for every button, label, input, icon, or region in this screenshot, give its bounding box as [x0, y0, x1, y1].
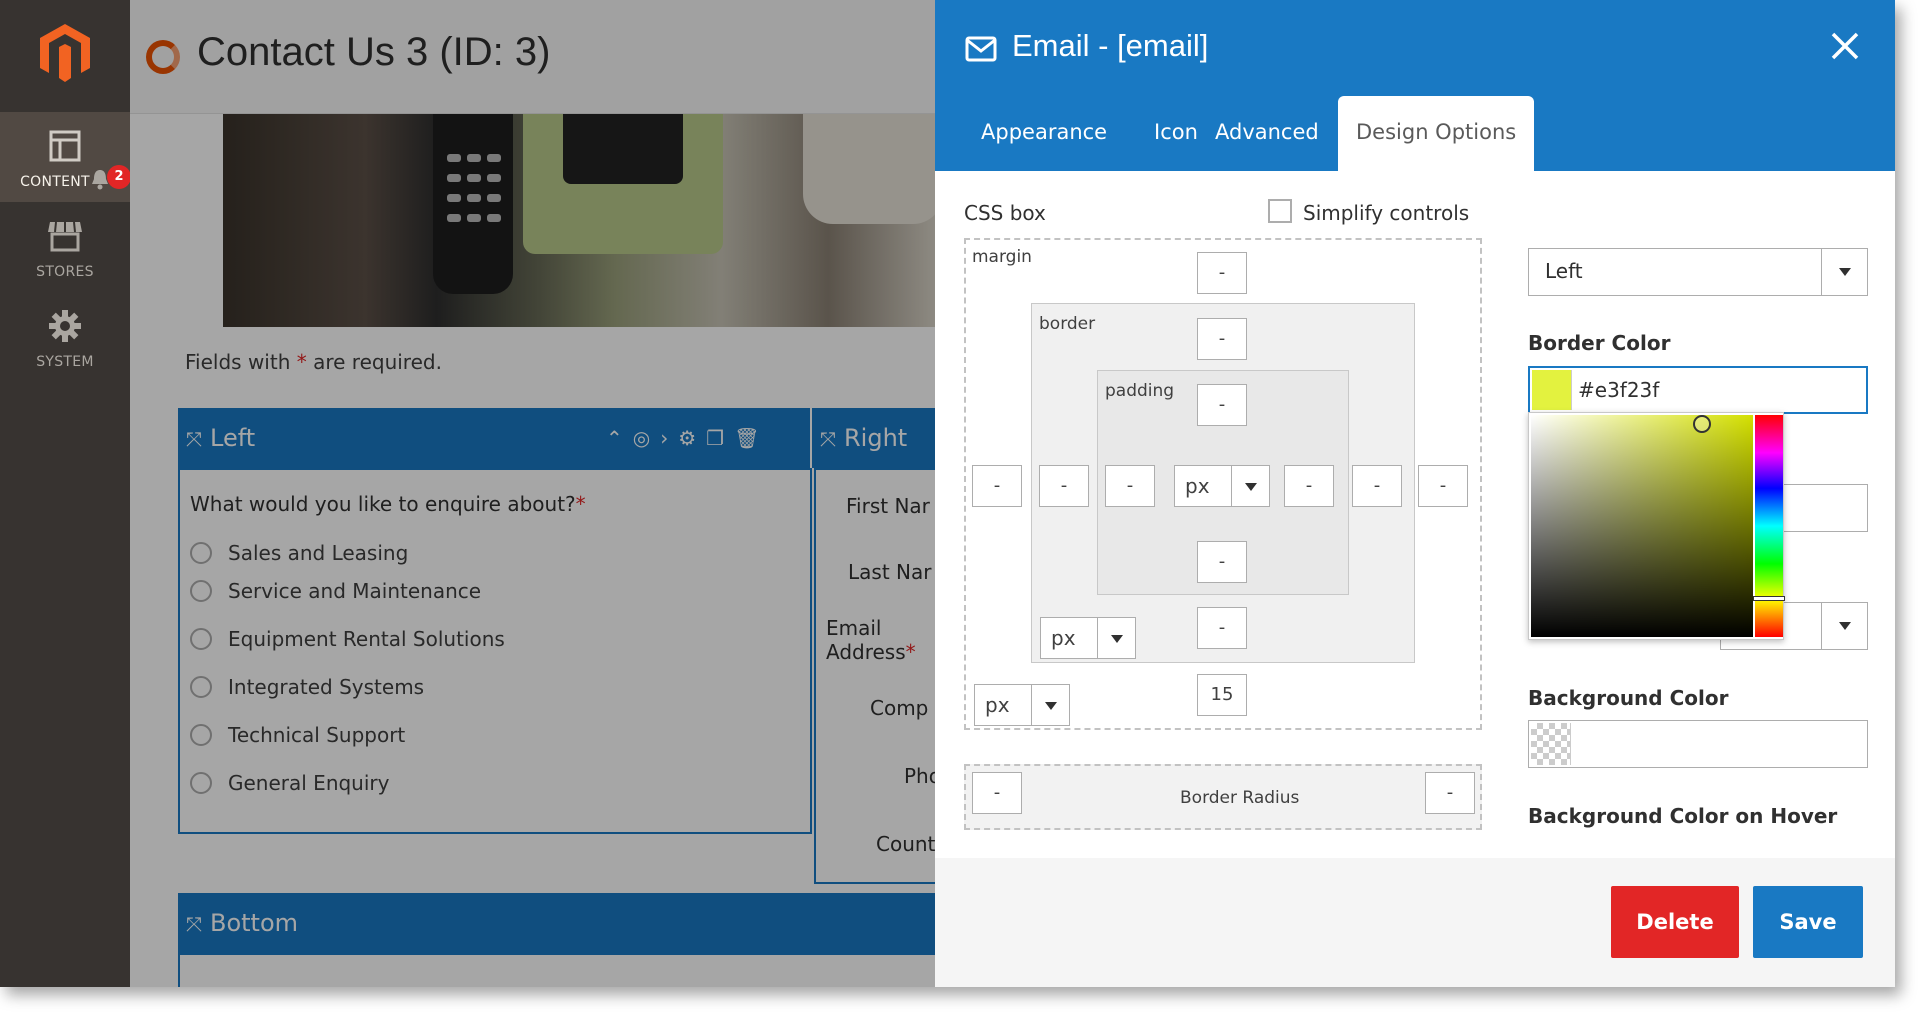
border-color-swatch[interactable]: [1532, 370, 1572, 410]
alignment-select[interactable]: Left: [1528, 248, 1868, 296]
save-button[interactable]: Save: [1753, 886, 1863, 958]
padding-unit-select[interactable]: px: [1174, 465, 1270, 507]
margin-right-input[interactable]: -: [1418, 465, 1468, 507]
content-icon: [49, 130, 81, 162]
border-bottom-input[interactable]: -: [1197, 607, 1247, 649]
nav-item-stores[interactable]: STORES: [0, 202, 130, 292]
chevron-down-icon: [1821, 249, 1867, 295]
padding-top-input[interactable]: -: [1197, 384, 1247, 426]
delete-button[interactable]: Delete: [1611, 886, 1739, 958]
tab-advanced[interactable]: Advanced: [1197, 96, 1337, 171]
close-icon[interactable]: [1825, 26, 1865, 66]
margin-top-input[interactable]: -: [1197, 252, 1247, 294]
padding-label: padding: [1105, 381, 1175, 401]
magento-logo[interactable]: [36, 22, 94, 84]
margin-left-input[interactable]: -: [972, 465, 1022, 507]
background-color-swatch[interactable]: [1531, 723, 1571, 765]
border-radius-right-input[interactable]: -: [1425, 772, 1475, 814]
notification-badge[interactable]: 2: [107, 165, 131, 189]
border-unit-select[interactable]: px: [1040, 617, 1136, 659]
page-content: Contact Us 3 (ID: 3) Fields with * are r…: [130, 0, 935, 987]
padding-bottom-input[interactable]: -: [1197, 541, 1247, 583]
chevron-down-icon: [1231, 466, 1269, 506]
modal-overlay[interactable]: [130, 0, 935, 987]
chevron-down-icon: [1031, 685, 1069, 725]
modal-footer: Delete Save: [935, 858, 1895, 987]
background-color-input[interactable]: [1528, 720, 1868, 768]
tab-appearance[interactable]: Appearance: [963, 96, 1125, 171]
margin-unit-select[interactable]: px: [974, 684, 1070, 726]
modal-header: Email - [email] Appearance Icon Advanced…: [935, 0, 1895, 171]
simplify-controls-label: Simplify controls: [1303, 201, 1470, 225]
border-color-input[interactable]: #e3f23f: [1528, 366, 1868, 414]
chevron-down-icon: [1097, 618, 1135, 658]
css-box-label: CSS box: [964, 201, 1046, 225]
margin-label: margin: [972, 247, 1032, 267]
nav-item-content[interactable]: CONTENT: [0, 112, 130, 202]
border-right-input[interactable]: -: [1352, 465, 1402, 507]
padding-left-input[interactable]: -: [1105, 465, 1155, 507]
border-top-input[interactable]: -: [1197, 318, 1247, 360]
nav-label-system: SYSTEM: [36, 354, 94, 370]
border-label: border: [1039, 314, 1096, 334]
hue-slider[interactable]: [1755, 415, 1783, 637]
mail-icon: [965, 36, 997, 62]
background-hover-label: Background Color on Hover: [1528, 804, 1838, 828]
color-cursor[interactable]: [1693, 415, 1711, 433]
stores-icon: [48, 221, 82, 252]
gear-icon: [49, 310, 81, 342]
saturation-value-area[interactable]: [1531, 415, 1753, 637]
hue-slider-handle[interactable]: [1753, 596, 1785, 601]
admin-sidebar: CONTENT 2 STORES SYSTEM: [0, 0, 131, 987]
tab-design-options[interactable]: Design Options: [1338, 96, 1535, 171]
background-color-label: Background Color: [1528, 686, 1729, 710]
padding-right-input[interactable]: -: [1284, 465, 1334, 507]
nav-label-stores: STORES: [36, 264, 94, 280]
chevron-down-icon: [1821, 603, 1867, 649]
color-picker-popup: [1528, 412, 1785, 640]
margin-bottom-input[interactable]: 15: [1197, 674, 1247, 716]
modal-title: Email - [email]: [1012, 28, 1209, 63]
nav-item-system[interactable]: SYSTEM: [0, 292, 130, 382]
app-window: CONTENT 2 STORES SYSTEM Contact Us 3 (ID…: [0, 0, 1895, 987]
border-color-label: Border Color: [1528, 331, 1671, 355]
border-radius-left-input[interactable]: -: [972, 772, 1022, 814]
border-radius-label: Border Radius: [1180, 788, 1300, 808]
simplify-controls-checkbox[interactable]: [1268, 199, 1292, 223]
border-left-input[interactable]: -: [1039, 465, 1089, 507]
